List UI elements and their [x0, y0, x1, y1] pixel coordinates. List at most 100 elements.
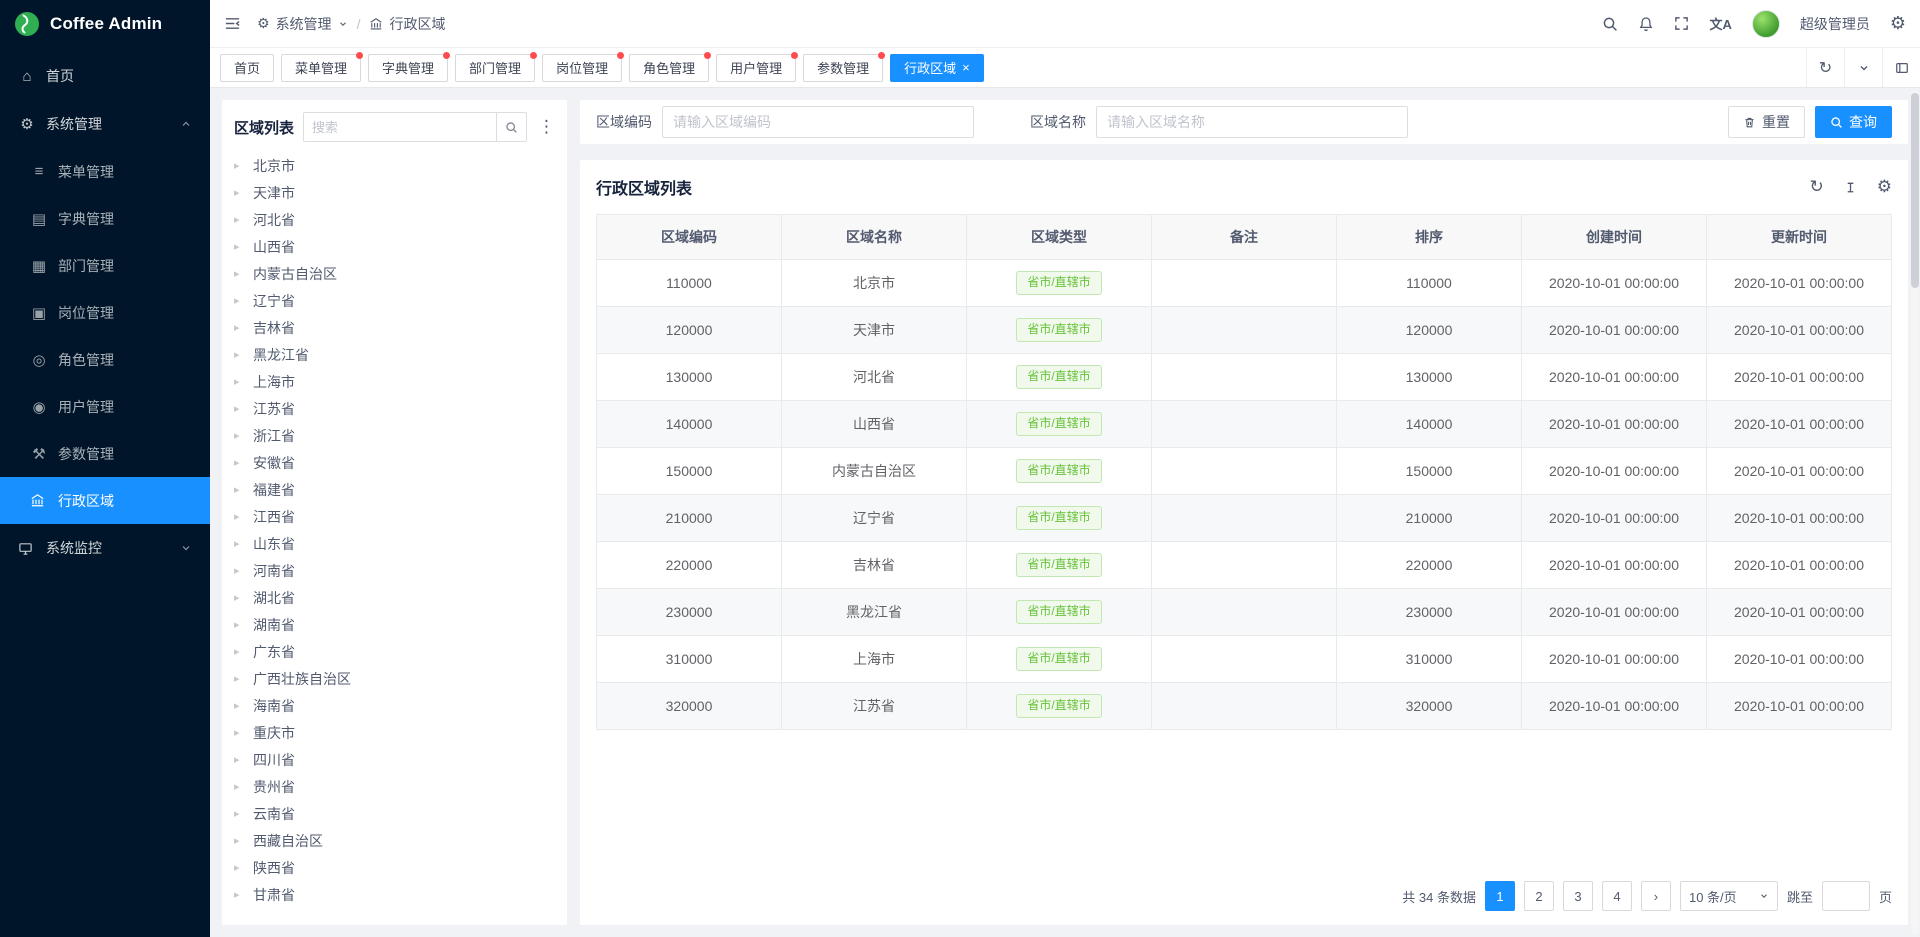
- column-header[interactable]: 备注: [1152, 215, 1337, 260]
- tab[interactable]: 用户管理 ×: [716, 54, 796, 82]
- tree-node[interactable]: ▸ 河南省: [234, 557, 555, 584]
- tree-node[interactable]: ▸ 山西省: [234, 233, 555, 260]
- page-button[interactable]: 3: [1563, 881, 1593, 911]
- expand-arrow-icon[interactable]: ▸: [234, 267, 244, 280]
- expand-arrow-icon[interactable]: ▸: [234, 456, 244, 469]
- page-button[interactable]: 1: [1485, 881, 1515, 911]
- region-name-input[interactable]: [1096, 106, 1408, 138]
- tree-node[interactable]: ▸ 黑龙江省: [234, 341, 555, 368]
- collapse-sidebar-icon[interactable]: [224, 15, 241, 32]
- table-row[interactable]: 210000 辽宁省 省市/直辖市 210000 2020-10-01 00:0…: [597, 495, 1892, 542]
- tree-node[interactable]: ▸ 重庆市: [234, 719, 555, 746]
- expand-arrow-icon[interactable]: ▸: [234, 807, 244, 820]
- expand-arrow-icon[interactable]: ▸: [234, 510, 244, 523]
- column-settings-icon[interactable]: ⚙: [1877, 177, 1892, 197]
- content-fullscreen-icon[interactable]: [1882, 48, 1920, 87]
- table-row[interactable]: 150000 内蒙古自治区 省市/直辖市 150000 2020-10-01 0…: [597, 448, 1892, 495]
- fullscreen-icon[interactable]: [1674, 16, 1689, 31]
- expand-arrow-icon[interactable]: ▸: [234, 159, 244, 172]
- expand-arrow-icon[interactable]: ▸: [234, 483, 244, 496]
- page-size-select[interactable]: 10 条/页: [1680, 881, 1778, 911]
- page-button[interactable]: 2: [1524, 881, 1554, 911]
- tree-node[interactable]: ▸ 云南省: [234, 800, 555, 827]
- logo[interactable]: Coffee Admin: [0, 0, 210, 48]
- page-button[interactable]: 4: [1602, 881, 1632, 911]
- row-height-icon[interactable]: [1843, 180, 1858, 195]
- tab[interactable]: 字典管理 ×: [368, 54, 448, 82]
- column-header[interactable]: 区域名称: [782, 215, 967, 260]
- sidebar-item-menu-management[interactable]: ≡ 菜单管理: [0, 148, 210, 195]
- expand-arrow-icon[interactable]: ▸: [234, 780, 244, 793]
- expand-arrow-icon[interactable]: ▸: [234, 888, 244, 901]
- sidebar-item-param-management[interactable]: ⚒ 参数管理: [0, 430, 210, 477]
- expand-arrow-icon[interactable]: ▸: [234, 537, 244, 550]
- tree-node[interactable]: ▸ 福建省: [234, 476, 555, 503]
- sidebar-item-monitor[interactable]: 系统监控: [0, 524, 210, 572]
- sidebar-item-user-management[interactable]: ◉ 用户管理: [0, 383, 210, 430]
- sidebar-item-dict-management[interactable]: ▤ 字典管理: [0, 195, 210, 242]
- tree-node[interactable]: ▸ 陕西省: [234, 854, 555, 881]
- tree-search-input[interactable]: [304, 113, 496, 141]
- search-icon[interactable]: [1602, 16, 1618, 32]
- table-row[interactable]: 130000 河北省 省市/直辖市 130000 2020-10-01 00:0…: [597, 354, 1892, 401]
- bell-icon[interactable]: [1638, 16, 1654, 32]
- scrollbar[interactable]: [1911, 90, 1919, 935]
- tree-node[interactable]: ▸ 四川省: [234, 746, 555, 773]
- tree-node[interactable]: ▸ 海南省: [234, 692, 555, 719]
- tree-node[interactable]: ▸ 湖南省: [234, 611, 555, 638]
- tab[interactable]: 首页 ×: [220, 54, 274, 82]
- tree-node[interactable]: ▸ 内蒙古自治区: [234, 260, 555, 287]
- expand-arrow-icon[interactable]: ▸: [234, 321, 244, 334]
- tree-node[interactable]: ▸ 浙江省: [234, 422, 555, 449]
- tree-node[interactable]: ▸ 贵州省: [234, 773, 555, 800]
- expand-arrow-icon[interactable]: ▸: [234, 645, 244, 658]
- expand-arrow-icon[interactable]: ▸: [234, 213, 244, 226]
- column-header[interactable]: 更新时间: [1707, 215, 1892, 260]
- expand-arrow-icon[interactable]: ▸: [234, 429, 244, 442]
- tree-node[interactable]: ▸ 湖北省: [234, 584, 555, 611]
- reset-button[interactable]: 重置: [1728, 106, 1805, 138]
- expand-arrow-icon[interactable]: ▸: [234, 240, 244, 253]
- jump-page-input[interactable]: [1822, 881, 1870, 911]
- expand-arrow-icon[interactable]: ▸: [234, 591, 244, 604]
- breadcrumb-parent[interactable]: ⚙ 系统管理: [257, 14, 348, 34]
- sidebar-item-post-management[interactable]: ▣ 岗位管理: [0, 289, 210, 336]
- sidebar-item-region[interactable]: 行政区域: [0, 477, 210, 524]
- avatar[interactable]: [1752, 10, 1780, 38]
- expand-arrow-icon[interactable]: ▸: [234, 375, 244, 388]
- region-code-input[interactable]: [662, 106, 974, 138]
- expand-arrow-icon[interactable]: ▸: [234, 861, 244, 874]
- tab[interactable]: 参数管理 ×: [803, 54, 883, 82]
- next-page-button[interactable]: ›: [1641, 881, 1671, 911]
- more-options-icon[interactable]: ⋮: [536, 117, 557, 137]
- tree-node[interactable]: ▸ 北京市: [234, 152, 555, 179]
- tree-node[interactable]: ▸ 广东省: [234, 638, 555, 665]
- close-icon[interactable]: ×: [962, 61, 970, 74]
- sidebar-item-home[interactable]: ⌂ 首页: [0, 52, 210, 100]
- expand-arrow-icon[interactable]: ▸: [234, 186, 244, 199]
- tree-node[interactable]: ▸ 天津市: [234, 179, 555, 206]
- refresh-icon[interactable]: ↻: [1806, 48, 1844, 87]
- sidebar-item-system[interactable]: ⚙ 系统管理: [0, 100, 210, 148]
- tree-node[interactable]: ▸ 西藏自治区: [234, 827, 555, 854]
- table-row[interactable]: 110000 北京市 省市/直辖市 110000 2020-10-01 00:0…: [597, 260, 1892, 307]
- sidebar-item-role-management[interactable]: ◎ 角色管理: [0, 336, 210, 383]
- table-row[interactable]: 230000 黑龙江省 省市/直辖市 230000 2020-10-01 00:…: [597, 589, 1892, 636]
- tab[interactable]: 岗位管理 ×: [542, 54, 622, 82]
- tree-node[interactable]: ▸ 上海市: [234, 368, 555, 395]
- settings-gear-icon[interactable]: ⚙: [1890, 13, 1906, 34]
- tree-node[interactable]: ▸ 河北省: [234, 206, 555, 233]
- tree-node[interactable]: ▸ 青海省: [234, 908, 555, 913]
- table-row[interactable]: 320000 江苏省 省市/直辖市 320000 2020-10-01 00:0…: [597, 683, 1892, 730]
- user-name[interactable]: 超级管理员: [1800, 14, 1870, 34]
- column-header[interactable]: 区域类型: [967, 215, 1152, 260]
- chevron-down-icon[interactable]: [1844, 48, 1882, 87]
- tab[interactable]: 角色管理 ×: [629, 54, 709, 82]
- tree-node[interactable]: ▸ 吉林省: [234, 314, 555, 341]
- translate-icon[interactable]: 文A: [1709, 14, 1731, 33]
- scrollbar-thumb[interactable]: [1911, 93, 1919, 288]
- expand-arrow-icon[interactable]: ▸: [234, 348, 244, 361]
- tab[interactable]: 部门管理 ×: [455, 54, 535, 82]
- query-button[interactable]: 查询: [1815, 106, 1892, 138]
- column-header[interactable]: 创建时间: [1522, 215, 1707, 260]
